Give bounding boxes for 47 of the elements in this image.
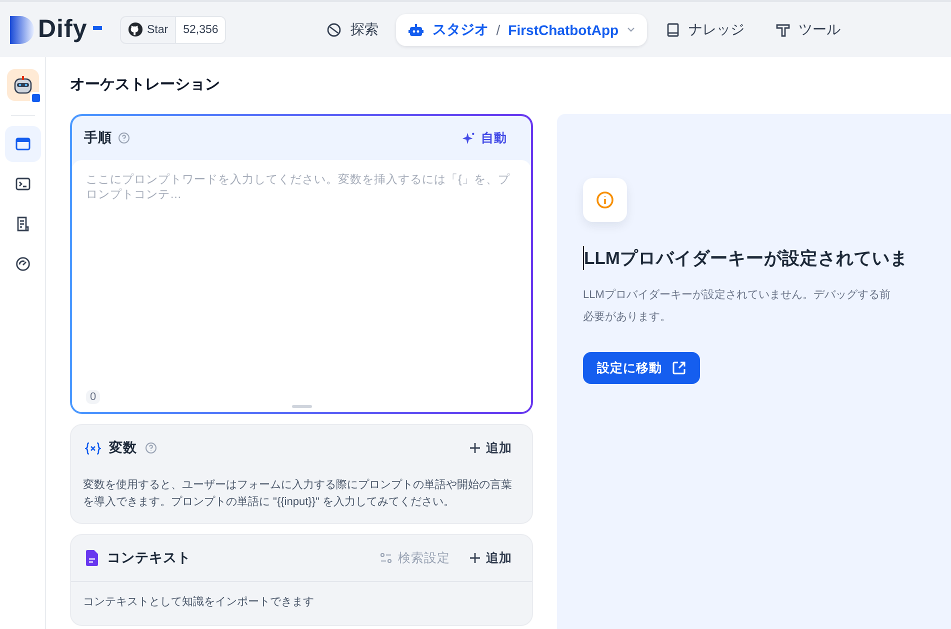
github-star-button[interactable]: Star 52,356 (120, 16, 226, 44)
robot-icon (408, 22, 424, 38)
warning-description-line: LLMプロバイダーキーが設定されていません。デバッグする前 (583, 288, 892, 303)
nav-tab[interactable]: 探索 (314, 14, 390, 46)
instructions-title: 手順 (84, 129, 112, 147)
help-icon (145, 442, 157, 454)
external-link-icon (672, 361, 686, 375)
breadcrumb-separator: / (496, 22, 500, 38)
character-count: 0 (86, 390, 100, 404)
nav-tab[interactable]: スタジオ / FirstChatbotApp (396, 14, 647, 46)
chevron-down-icon (626, 27, 635, 32)
logo-icon (10, 16, 34, 44)
resize-handle[interactable] (292, 405, 312, 408)
sidebar-item[interactable] (4, 126, 40, 162)
variables-description: 変数を使用すると、ユーザーはフォームに入力する際にプロンプトの単語や開始の言葉を導入できます。プロンプトの単語に "{{input}}" を入力してみてください。 (82, 478, 513, 510)
warning-description-line: 必要があります。 (583, 310, 672, 325)
plus-icon (470, 553, 480, 563)
page-title: オーケストレーション (69, 75, 221, 95)
nav-tab[interactable]: ツール (762, 14, 853, 46)
add-context-button[interactable]: 追加 (464, 550, 518, 566)
auto-button[interactable]: 自動 (450, 128, 519, 148)
add-variable-button[interactable]: 追加 (464, 440, 518, 456)
info-icon (596, 191, 614, 209)
nav-tab[interactable]: ナレッジ (652, 14, 757, 46)
github-icon (128, 22, 143, 37)
settings-icon (380, 552, 392, 564)
star-count: 52,356 (175, 16, 226, 42)
terminal-icon (14, 176, 30, 192)
hammer-icon (774, 22, 791, 38)
go-to-settings-button[interactable]: 設定に移動 (583, 352, 700, 384)
star-label: Star (147, 24, 168, 36)
plus-icon (470, 443, 480, 453)
help-icon (118, 132, 130, 144)
context-description: コンテキストとして知識をインポートできます (71, 581, 532, 625)
logo-cursor (93, 26, 102, 30)
sparkle-icon (462, 132, 475, 144)
book-icon (664, 22, 681, 38)
document-icon (14, 216, 30, 232)
variable-icon (85, 442, 101, 454)
window-icon (14, 136, 30, 152)
robot-icon (12, 74, 34, 96)
warning-title: LLMプロバイダーキーが設定されていま (583, 246, 951, 270)
logo-text: Dify (38, 15, 88, 44)
variables-title: 変数 (109, 439, 137, 457)
gauge-icon (14, 256, 30, 272)
context-title: コンテキスト (107, 549, 191, 567)
document-icon (85, 550, 99, 566)
